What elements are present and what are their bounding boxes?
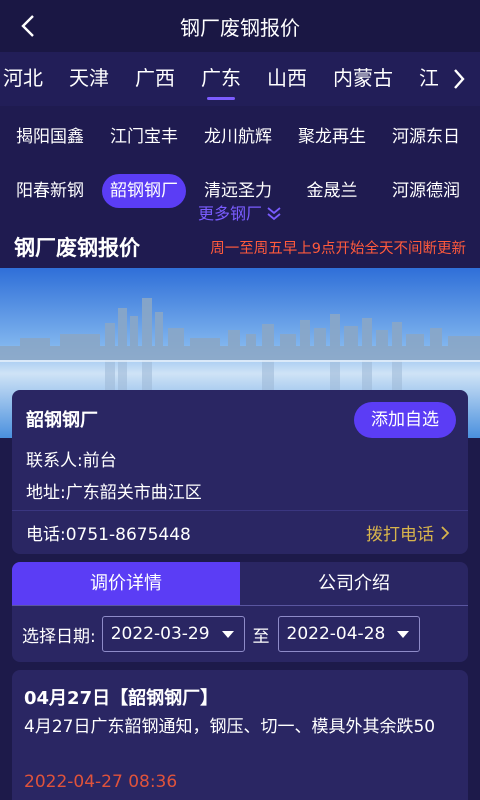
mill-item[interactable]: 江门宝丰 (102, 120, 186, 154)
chevron-right-icon (441, 525, 450, 540)
update-title: 04月27日【韶钢钢厂】 (24, 688, 219, 709)
page-title: 钢厂废钢报价 (180, 15, 300, 40)
more-mills-label: 更多钢厂 (197, 204, 262, 223)
chevron-left-icon (21, 15, 34, 37)
mill-item[interactable]: 揭阳国鑫 (8, 120, 92, 154)
date-filter-label: 选择日期: (22, 626, 96, 647)
company-address: 地址:广东韶关市曲江区 (26, 483, 202, 503)
date-filter: 选择日期: 2022-03-29 至 2022-04-28 (22, 616, 421, 652)
double-chevron-down-icon (267, 207, 281, 221)
province-tab-neimenggu[interactable]: 内蒙古 (320, 52, 406, 106)
start-date-select[interactable]: 2022-03-29 (101, 616, 245, 652)
add-favorite-button[interactable]: 添加自选 (354, 402, 456, 438)
price-update-item[interactable]: 04月27日【韶钢钢厂】 4月27日广东韶钢通知，钢压、切一、模具外其余跌50 … (12, 670, 468, 800)
call-phone-label: 拨打电话 (366, 525, 434, 545)
caret-down-icon (221, 630, 234, 638)
date-separator: 至 (252, 626, 270, 647)
mill-selector: 揭阳国鑫 江门宝丰 龙川航辉 聚龙再生 河源东日 阳春新钢 韶钢钢厂 清远圣力 … (0, 106, 480, 230)
section-title: 钢厂废钢报价 (14, 236, 140, 260)
detail-tabs-panel: 调价详情 公司介绍 选择日期: 2022-03-29 至 2022-04-28 (12, 562, 468, 662)
contact-person: 联系人:前台 (26, 451, 117, 471)
province-tab-hebei[interactable]: 河北 (0, 52, 56, 106)
chevron-right-icon (454, 69, 465, 89)
more-mills-button[interactable]: 更多钢厂 (0, 202, 480, 226)
update-time: 2022-04-27 08:36 (24, 772, 178, 792)
update-body: 4月27日广东韶钢通知，钢压、切一、模具外其余跌50 (24, 717, 436, 737)
province-scroll-button[interactable] (438, 52, 480, 106)
company-name: 韶钢钢厂 (26, 410, 98, 431)
company-phone: 电话:0751-8675448 (26, 525, 191, 545)
back-button[interactable] (14, 12, 42, 40)
mill-item[interactable]: 聚龙再生 (290, 120, 374, 154)
mill-item[interactable]: 龙川航辉 (196, 120, 280, 154)
province-tab-guangxi[interactable]: 广西 (122, 52, 188, 106)
divider (12, 510, 468, 511)
top-bar: 钢厂废钢报价 (0, 0, 480, 52)
call-phone-button[interactable]: 拨打电话 (366, 520, 450, 545)
tab-company-intro[interactable]: 公司介绍 (240, 562, 468, 605)
end-date-value: 2022-04-28 (286, 624, 386, 644)
end-date-select[interactable]: 2022-04-28 (277, 616, 421, 652)
tab-price-details[interactable]: 调价详情 (12, 562, 240, 605)
province-tabs: 河北 天津 广西 广东 山西 内蒙古 江西 (0, 52, 480, 106)
start-date-value: 2022-03-29 (110, 624, 210, 644)
caret-down-icon (397, 630, 410, 638)
company-card: 韶钢钢厂 添加自选 联系人:前台 地址:广东韶关市曲江区 电话:0751-867… (12, 390, 468, 554)
mill-item[interactable]: 河源东日 (384, 120, 468, 154)
province-tab-shanxi[interactable]: 山西 (254, 52, 320, 106)
section-header: 钢厂废钢报价 周一至周五早上9点开始全天不间断更新 (0, 226, 480, 268)
province-tab-guangdong[interactable]: 广东 (188, 52, 254, 106)
province-tab-tianjin[interactable]: 天津 (56, 52, 122, 106)
update-notice: 周一至周五早上9点开始全天不间断更新 (210, 240, 466, 257)
